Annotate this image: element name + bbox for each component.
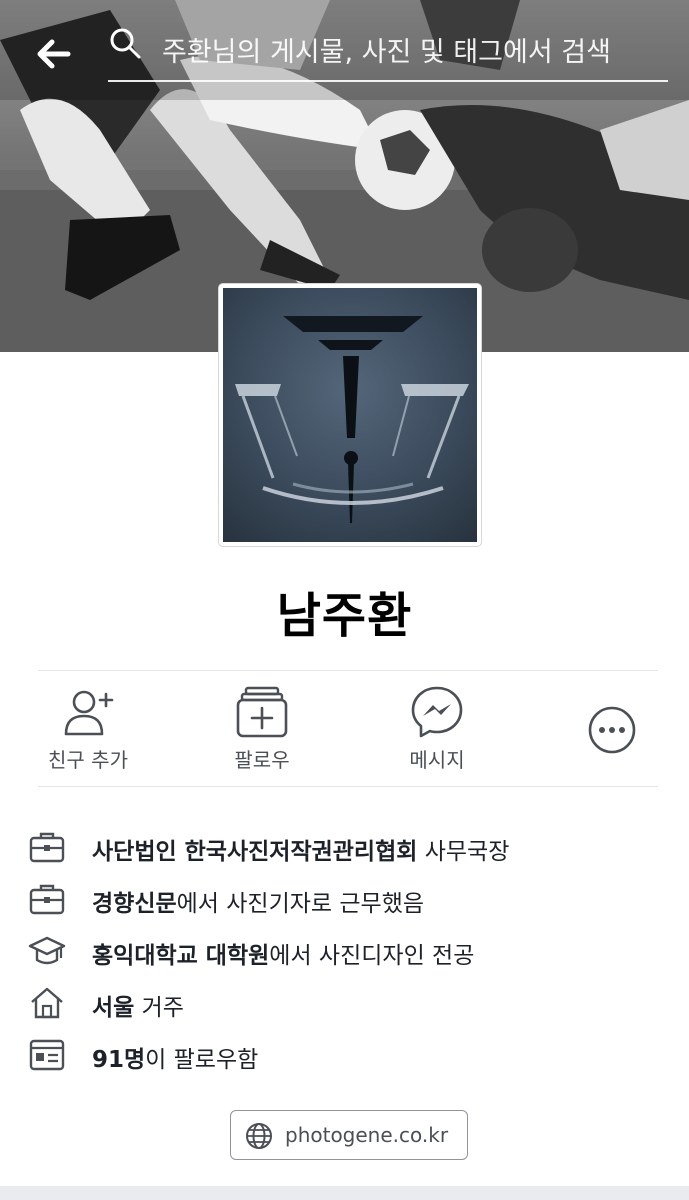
follow-label: 팔로우 (234, 748, 290, 772)
intro-text: 서울 거주 (92, 988, 184, 1022)
followers-card-icon (29, 1039, 65, 1071)
intro-rest: 이 팔로우함 (145, 1047, 259, 1073)
website-link[interactable]: photogene.co.kr (230, 1110, 468, 1160)
profile-name: 남주환 (276, 588, 413, 644)
back-arrow-icon (37, 39, 71, 69)
intro-rest: 에서 사진기자로 근무했음 (176, 891, 425, 917)
message-label: 메시지 (409, 748, 465, 772)
add-friend-icon (64, 690, 114, 736)
top-bar (0, 0, 689, 110)
intro-rest: 사무국장 (417, 839, 510, 865)
home-icon (31, 987, 63, 1019)
avatar-image (223, 288, 477, 542)
divider-bottom (38, 786, 658, 787)
intro-item-residence[interactable]: 서울 거주 (28, 982, 668, 1022)
intro-text: 사단법인 한국사진저작권관리협회 사무국장 (92, 832, 509, 866)
website-label: photogene.co.kr (285, 1123, 449, 1147)
search-icon (110, 28, 141, 59)
search-bar[interactable] (108, 26, 668, 82)
intro-highlight: 홍익대학교 대학원 (92, 943, 270, 969)
message-button[interactable]: 메시지 (362, 672, 512, 786)
intro-item-followers[interactable]: 91명이 팔로우함 (28, 1034, 668, 1074)
intro-highlight: 경향신문 (92, 891, 177, 917)
intro-highlight: 서울 (92, 995, 135, 1021)
add-friend-label: 친구 추가 (48, 748, 128, 772)
more-icon (588, 706, 636, 754)
graduation-cap-icon (28, 936, 66, 965)
profile-actions: 친구 추가 팔로우 메시지 (0, 672, 689, 786)
follow-icon (236, 686, 288, 738)
scales-of-justice-image (235, 316, 469, 523)
globe-icon (246, 1123, 272, 1149)
more-button[interactable] (537, 672, 687, 786)
messenger-icon (411, 686, 463, 738)
add-friend-button[interactable]: 친구 추가 (13, 672, 163, 786)
intro-item-education[interactable]: 홍익대학교 대학원에서 사진디자인 전공 (28, 930, 668, 970)
section-separator (0, 1186, 689, 1200)
intro-highlight: 91명 (92, 1047, 146, 1073)
search-input[interactable] (162, 32, 662, 72)
follow-button[interactable]: 팔로우 (187, 672, 337, 786)
divider-top (38, 670, 658, 671)
intro-rest: 거주 (134, 995, 184, 1021)
intro-text: 91명이 팔로우함 (92, 1040, 258, 1074)
intro-item-work-current[interactable]: 사단법인 한국사진저작권관리협회 사무국장 (28, 826, 668, 866)
intro-text: 홍익대학교 대학원에서 사진디자인 전공 (92, 936, 474, 970)
briefcase-icon (29, 884, 65, 915)
intro-highlight: 사단법인 한국사진저작권관리협회 (92, 839, 418, 865)
intro-rest: 에서 사진디자인 전공 (269, 943, 475, 969)
back-button[interactable] (30, 30, 78, 78)
avatar[interactable] (219, 284, 481, 546)
intro-text: 경향신문에서 사진기자로 근무했음 (92, 884, 424, 918)
briefcase-icon (29, 832, 65, 863)
intro-item-work-past[interactable]: 경향신문에서 사진기자로 근무했음 (28, 878, 668, 918)
